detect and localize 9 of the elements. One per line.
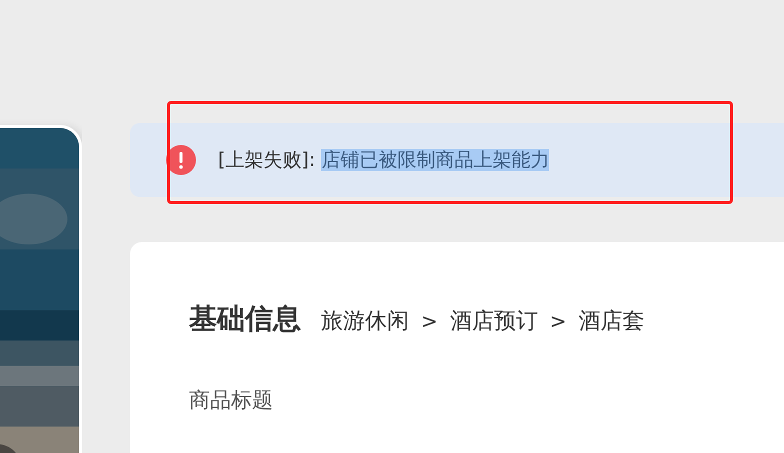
breadcrumb-item[interactable]: 旅游休闲: [321, 306, 409, 336]
breadcrumb-item[interactable]: 酒店预订: [450, 306, 538, 336]
breadcrumb-separator: >: [421, 309, 438, 333]
breadcrumb-separator: >: [550, 309, 567, 333]
breadcrumb-item[interactable]: 酒店套: [578, 306, 645, 336]
field-label: 商品标题: [189, 387, 274, 414]
alert-message: [上架失败]: 店铺已被限制商品上架能力: [218, 148, 550, 173]
warning-icon: [166, 145, 196, 175]
section-title: 基础信息: [189, 301, 301, 337]
